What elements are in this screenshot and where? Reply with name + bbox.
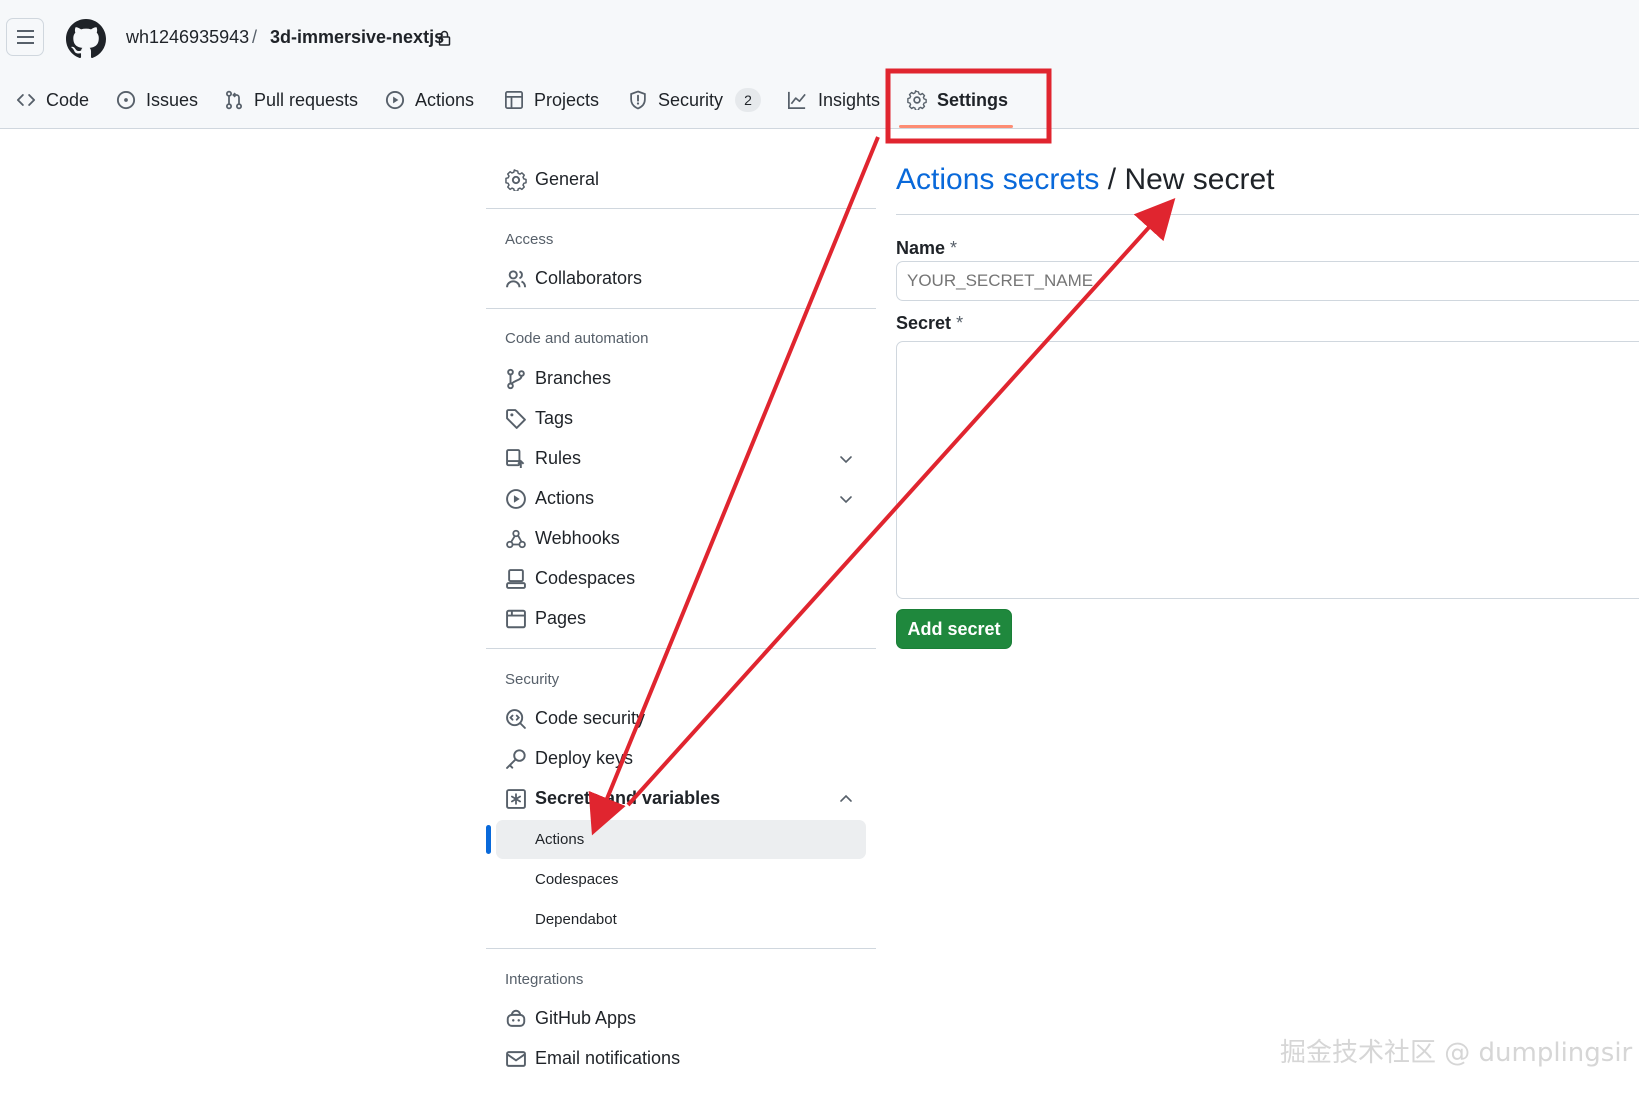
chevron-up-icon[interactable] — [838, 791, 854, 807]
tab-projects[interactable]: Projects — [504, 86, 599, 114]
tab-actions-label: Actions — [415, 89, 475, 110]
sidebar-divider — [486, 948, 876, 949]
tab-code[interactable]: Code — [16, 86, 89, 114]
repo-name-link[interactable]: 3d-immersive-nextjs — [270, 27, 444, 48]
secret-value-textarea[interactable] — [896, 341, 1639, 599]
copilot-icon — [506, 1009, 526, 1027]
sidebar-item-code-security[interactable]: Code security — [535, 708, 645, 729]
chevron-down-icon[interactable] — [838, 451, 854, 467]
active-item-marker — [486, 825, 491, 854]
sidebar-item-general[interactable]: General — [535, 169, 599, 190]
actions-secrets-link[interactable]: Actions secrets — [896, 163, 1099, 196]
page-title: Actions secrets / New secret — [896, 163, 1275, 197]
name-label-text: Name — [896, 238, 946, 258]
gear-icon — [505, 169, 527, 191]
webhook-icon — [506, 529, 526, 549]
secret-label: Secret * — [896, 313, 963, 334]
people-icon — [506, 270, 527, 288]
codescan-icon — [506, 709, 526, 729]
tab-pull-requests[interactable]: Pull requests — [224, 86, 358, 114]
required-marker: * — [956, 313, 964, 333]
tab-settings[interactable]: Settings — [907, 86, 1008, 114]
sidebar-item-secrets-variables[interactable]: Secrets and variables — [535, 788, 720, 809]
tab-pull-requests-label: Pull requests — [254, 89, 359, 110]
tab-insights[interactable]: Insights — [786, 86, 880, 114]
tab-projects-label: Projects — [534, 89, 600, 110]
sidebar-subitem-actions-label: Actions — [535, 831, 585, 848]
sidebar-item-webhooks[interactable]: Webhooks — [535, 528, 620, 549]
play-icon — [506, 489, 526, 509]
tab-settings-label: Settings — [937, 89, 1009, 110]
graph-icon — [788, 91, 806, 109]
tab-code-label: Code — [46, 89, 90, 110]
sidebar-item-codespaces[interactable]: Codespaces — [535, 568, 635, 589]
required-marker: * — [950, 238, 958, 258]
sidebar-heading-access: Access — [505, 231, 554, 248]
sidebar-divider — [486, 648, 876, 649]
issue-opened-icon — [116, 90, 136, 110]
tab-issues[interactable]: Issues — [116, 86, 198, 114]
watermark-text: 掘金技术社区 @ dumplingsir — [1280, 1038, 1633, 1068]
sidebar-item-pages[interactable]: Pages — [535, 608, 586, 629]
tab-actions[interactable]: Actions — [385, 86, 474, 114]
gear-icon — [907, 90, 927, 110]
git-pull-request-icon — [225, 90, 243, 110]
sidebar-item-deploy-keys[interactable]: Deploy keys — [535, 748, 633, 769]
title-text: New secret — [1124, 163, 1275, 196]
sidebar-subitem-dependabot[interactable]: Dependabot — [535, 911, 617, 928]
tag-icon — [506, 409, 526, 429]
title-separator: / — [1107, 163, 1117, 196]
codespaces-icon — [506, 569, 526, 589]
sidebar-item-actions[interactable]: Actions — [535, 488, 594, 509]
tab-issues-label: Issues — [146, 89, 199, 110]
sidebar-heading-integrations: Integrations — [505, 971, 584, 988]
sidebar-heading-security: Security — [505, 671, 560, 688]
sidebar-divider — [486, 208, 876, 209]
sidebar-divider — [486, 308, 876, 309]
tab-security[interactable]: Security 2 — [628, 86, 762, 114]
sidebar-heading-code-automation: Code and automation — [505, 330, 649, 347]
mail-icon — [506, 1051, 526, 1067]
add-secret-button[interactable]: Add secret — [896, 609, 1012, 649]
repo-push-icon — [506, 449, 525, 468]
browser-icon — [506, 609, 526, 629]
menu-button[interactable] — [6, 18, 44, 56]
sidebar-item-email-notifications[interactable]: Email notifications — [535, 1048, 680, 1069]
sidebar-item-rules[interactable]: Rules — [535, 448, 581, 469]
title-divider — [896, 214, 1639, 215]
repo-owner-link[interactable]: wh1246935943 — [126, 27, 249, 48]
sidebar-item-collaborators[interactable]: Collaborators — [535, 268, 642, 289]
breadcrumb-separator: / — [252, 27, 258, 47]
sidebar-item-tags[interactable]: Tags — [535, 408, 573, 429]
name-label: Name * — [896, 238, 957, 259]
key-icon — [506, 749, 526, 769]
selected-tab-underline — [899, 125, 1013, 128]
tab-security-label: Security — [658, 89, 724, 110]
chevron-down-icon[interactable] — [838, 491, 854, 507]
secret-name-input[interactable] — [896, 261, 1639, 301]
sidebar-item-branches[interactable]: Branches — [535, 368, 611, 389]
table-icon — [505, 91, 523, 109]
shield-icon — [630, 90, 646, 110]
code-icon — [16, 94, 36, 106]
play-icon — [385, 90, 405, 110]
repo-header: wh1246935943 / 3d-immersive-nextjs Code … — [0, 0, 1639, 129]
secret-label-text: Secret — [896, 313, 952, 333]
github-logo-icon[interactable] — [66, 19, 106, 59]
tab-insights-label: Insights — [818, 89, 881, 110]
git-branch-icon — [507, 368, 525, 390]
lock-icon — [438, 30, 451, 46]
asterisk-box-icon — [506, 789, 526, 809]
security-count-badge: 2 — [735, 88, 762, 112]
sidebar-item-github-apps[interactable]: GitHub Apps — [535, 1008, 636, 1029]
sidebar-subitem-codespaces[interactable]: Codespaces — [535, 871, 618, 888]
